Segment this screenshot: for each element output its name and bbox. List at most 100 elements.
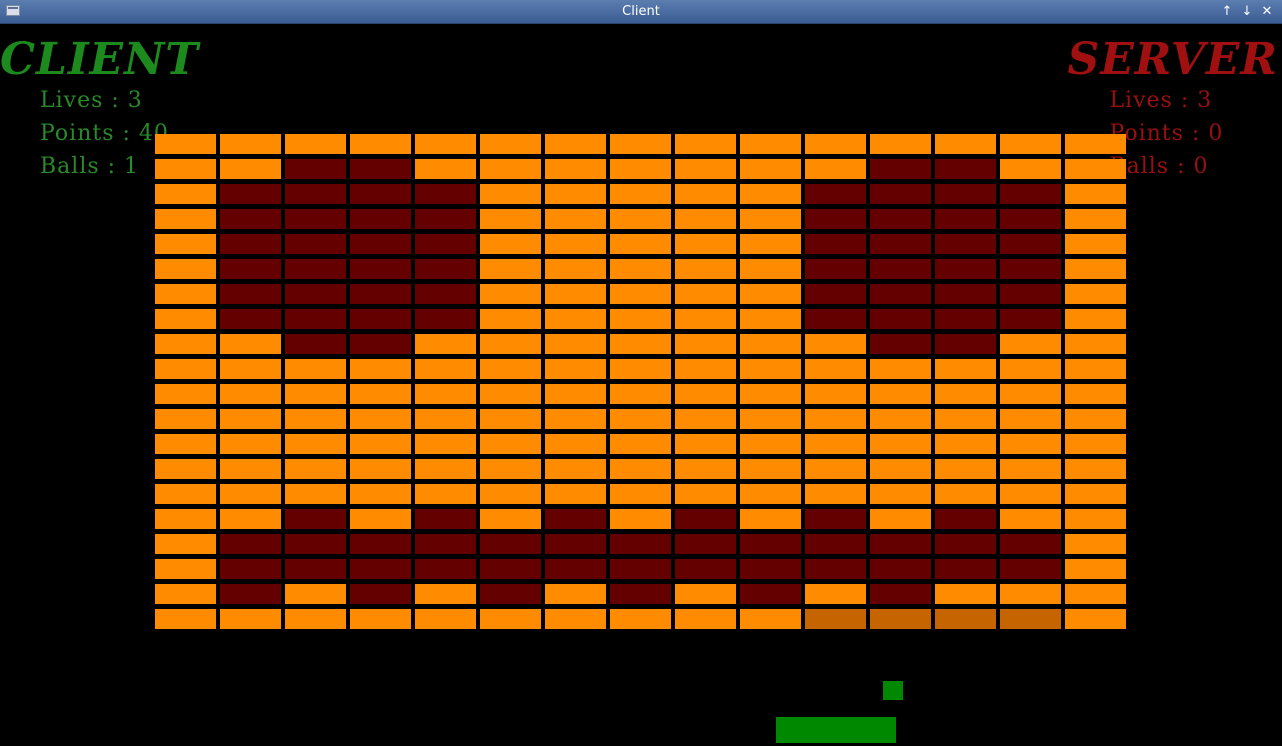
brick: [675, 184, 736, 204]
brick: [220, 459, 281, 479]
brick: [545, 609, 606, 629]
brick: [1065, 534, 1126, 554]
brick: [740, 134, 801, 154]
brick: [155, 384, 216, 404]
brick: [220, 509, 281, 529]
brick: [1065, 259, 1126, 279]
brick: [1000, 559, 1061, 579]
brick: [1065, 459, 1126, 479]
brick: [285, 534, 346, 554]
brick: [740, 559, 801, 579]
brick: [935, 609, 996, 629]
brick: [1065, 209, 1126, 229]
brick: [610, 409, 671, 429]
brick: [285, 259, 346, 279]
brick: [350, 609, 411, 629]
brick: [220, 359, 281, 379]
window-menu-icon[interactable]: [6, 5, 20, 16]
brick: [415, 159, 476, 179]
brick: [285, 284, 346, 304]
brick: [480, 609, 541, 629]
ball: [883, 681, 903, 700]
brick: [675, 584, 736, 604]
game-canvas[interactable]: CLIENT Lives : 3 Points : 40 Balls : 1 S…: [0, 24, 1282, 746]
brick: [1000, 509, 1061, 529]
brick: [935, 359, 996, 379]
brick: [805, 134, 866, 154]
brick: [870, 184, 931, 204]
brick: [740, 609, 801, 629]
brick: [350, 459, 411, 479]
brick: [415, 234, 476, 254]
brick: [415, 209, 476, 229]
brick: [935, 259, 996, 279]
brick: [285, 559, 346, 579]
brick: [1000, 359, 1061, 379]
brick: [415, 334, 476, 354]
brick: [415, 134, 476, 154]
brick: [610, 434, 671, 454]
brick: [1000, 459, 1061, 479]
brick: [675, 334, 736, 354]
brick: [480, 559, 541, 579]
brick: [805, 259, 866, 279]
window-titlebar[interactable]: Client ↑ ↓ ✕: [0, 0, 1282, 24]
brick: [1065, 584, 1126, 604]
brick: [545, 134, 606, 154]
brick: [350, 184, 411, 204]
brick: [285, 309, 346, 329]
brick: [740, 584, 801, 604]
brick: [545, 384, 606, 404]
brick: [480, 459, 541, 479]
brick: [805, 234, 866, 254]
brick: [480, 259, 541, 279]
brick: [545, 259, 606, 279]
brick: [480, 134, 541, 154]
brick: [155, 159, 216, 179]
brick: [220, 409, 281, 429]
brick: [935, 459, 996, 479]
brick: [610, 184, 671, 204]
brick: [545, 434, 606, 454]
brick: [805, 584, 866, 604]
brick: [480, 309, 541, 329]
brick: [415, 309, 476, 329]
brick: [805, 434, 866, 454]
brick: [870, 534, 931, 554]
paddle[interactable]: [776, 717, 896, 743]
brick: [155, 409, 216, 429]
brick: [155, 134, 216, 154]
brick: [740, 284, 801, 304]
brick: [545, 234, 606, 254]
brick: [480, 359, 541, 379]
brick: [545, 159, 606, 179]
brick: [610, 584, 671, 604]
brick: [740, 534, 801, 554]
brick: [870, 459, 931, 479]
brick: [935, 309, 996, 329]
brick: [480, 484, 541, 504]
brick: [350, 309, 411, 329]
brick: [155, 359, 216, 379]
brick: [155, 434, 216, 454]
minimize-button[interactable]: ↓: [1240, 0, 1254, 23]
brick: [350, 409, 411, 429]
brick: [675, 534, 736, 554]
maximize-button[interactable]: ↑: [1220, 0, 1234, 23]
brick: [545, 559, 606, 579]
brick: [220, 334, 281, 354]
brick: [1065, 134, 1126, 154]
client-lives: Lives : 3: [40, 88, 143, 113]
brick: [675, 284, 736, 304]
close-button[interactable]: ✕: [1260, 0, 1274, 23]
brick: [870, 484, 931, 504]
brick: [220, 584, 281, 604]
brick: [285, 209, 346, 229]
brick: [220, 184, 281, 204]
brick: [1065, 284, 1126, 304]
brick: [285, 584, 346, 604]
brick: [675, 409, 736, 429]
brick: [220, 284, 281, 304]
brick: [350, 509, 411, 529]
brick: [610, 284, 671, 304]
